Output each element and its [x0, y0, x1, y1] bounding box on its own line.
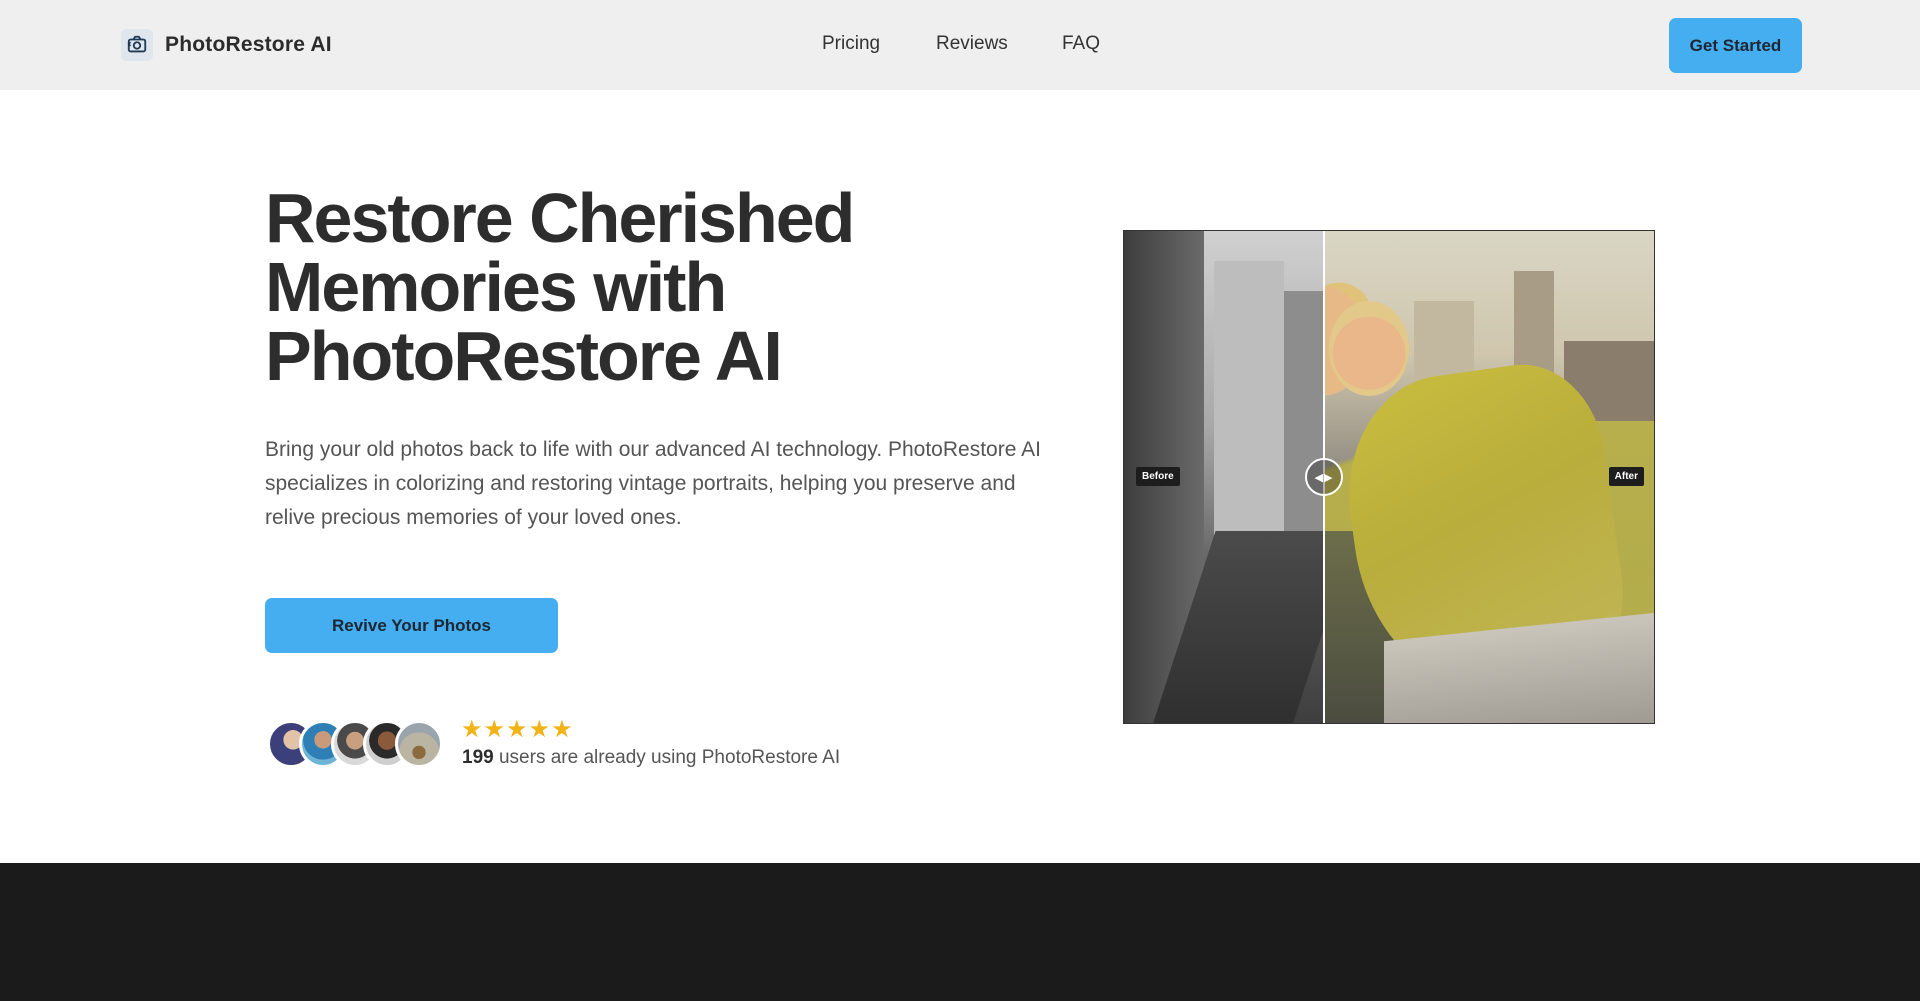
nav-link-faq[interactable]: FAQ	[1062, 33, 1100, 55]
after-label: After	[1608, 467, 1644, 486]
woman-face	[1329, 301, 1409, 396]
hero-description: Bring your old photos back to life with …	[265, 438, 1041, 529]
star-icon: ★	[506, 716, 528, 743]
users-text: users are already using PhotoRestore AI	[498, 747, 841, 768]
user-avatars	[267, 720, 447, 770]
before-after-comparison[interactable]: ◀▶ Before After	[1123, 230, 1655, 724]
brand-name: PhotoRestore AI	[165, 33, 332, 56]
avatar	[395, 720, 443, 768]
star-icon: ★	[551, 716, 573, 743]
before-label: Before	[1136, 467, 1180, 486]
left-right-arrows-icon[interactable]: ◀▶	[1305, 458, 1343, 496]
star-icon: ★	[483, 716, 506, 743]
camera-restore-icon	[121, 29, 153, 61]
brand[interactable]: PhotoRestore AI	[121, 29, 332, 61]
dark-section	[0, 863, 1920, 1001]
get-started-button[interactable]: Get Started	[1669, 18, 1802, 73]
site-header: PhotoRestore AI Pricing Reviews FAQ Get …	[0, 0, 1920, 90]
users-count-line: 199 users are already using PhotoRestore…	[462, 747, 840, 769]
users-count: 199	[462, 747, 494, 768]
building	[1284, 291, 1324, 541]
building	[1214, 261, 1284, 561]
star-icon: ★	[528, 716, 551, 743]
revive-photos-button[interactable]: Revive Your Photos	[265, 598, 558, 653]
star-icon: ★	[461, 716, 483, 743]
hero-title: Restore Cherished Memories with PhotoRes…	[265, 179, 855, 395]
nav-link-reviews[interactable]: Reviews	[936, 33, 1008, 55]
rating-stars: ★ ★ ★ ★ ★	[461, 718, 573, 742]
nav-link-pricing[interactable]: Pricing	[822, 33, 880, 55]
